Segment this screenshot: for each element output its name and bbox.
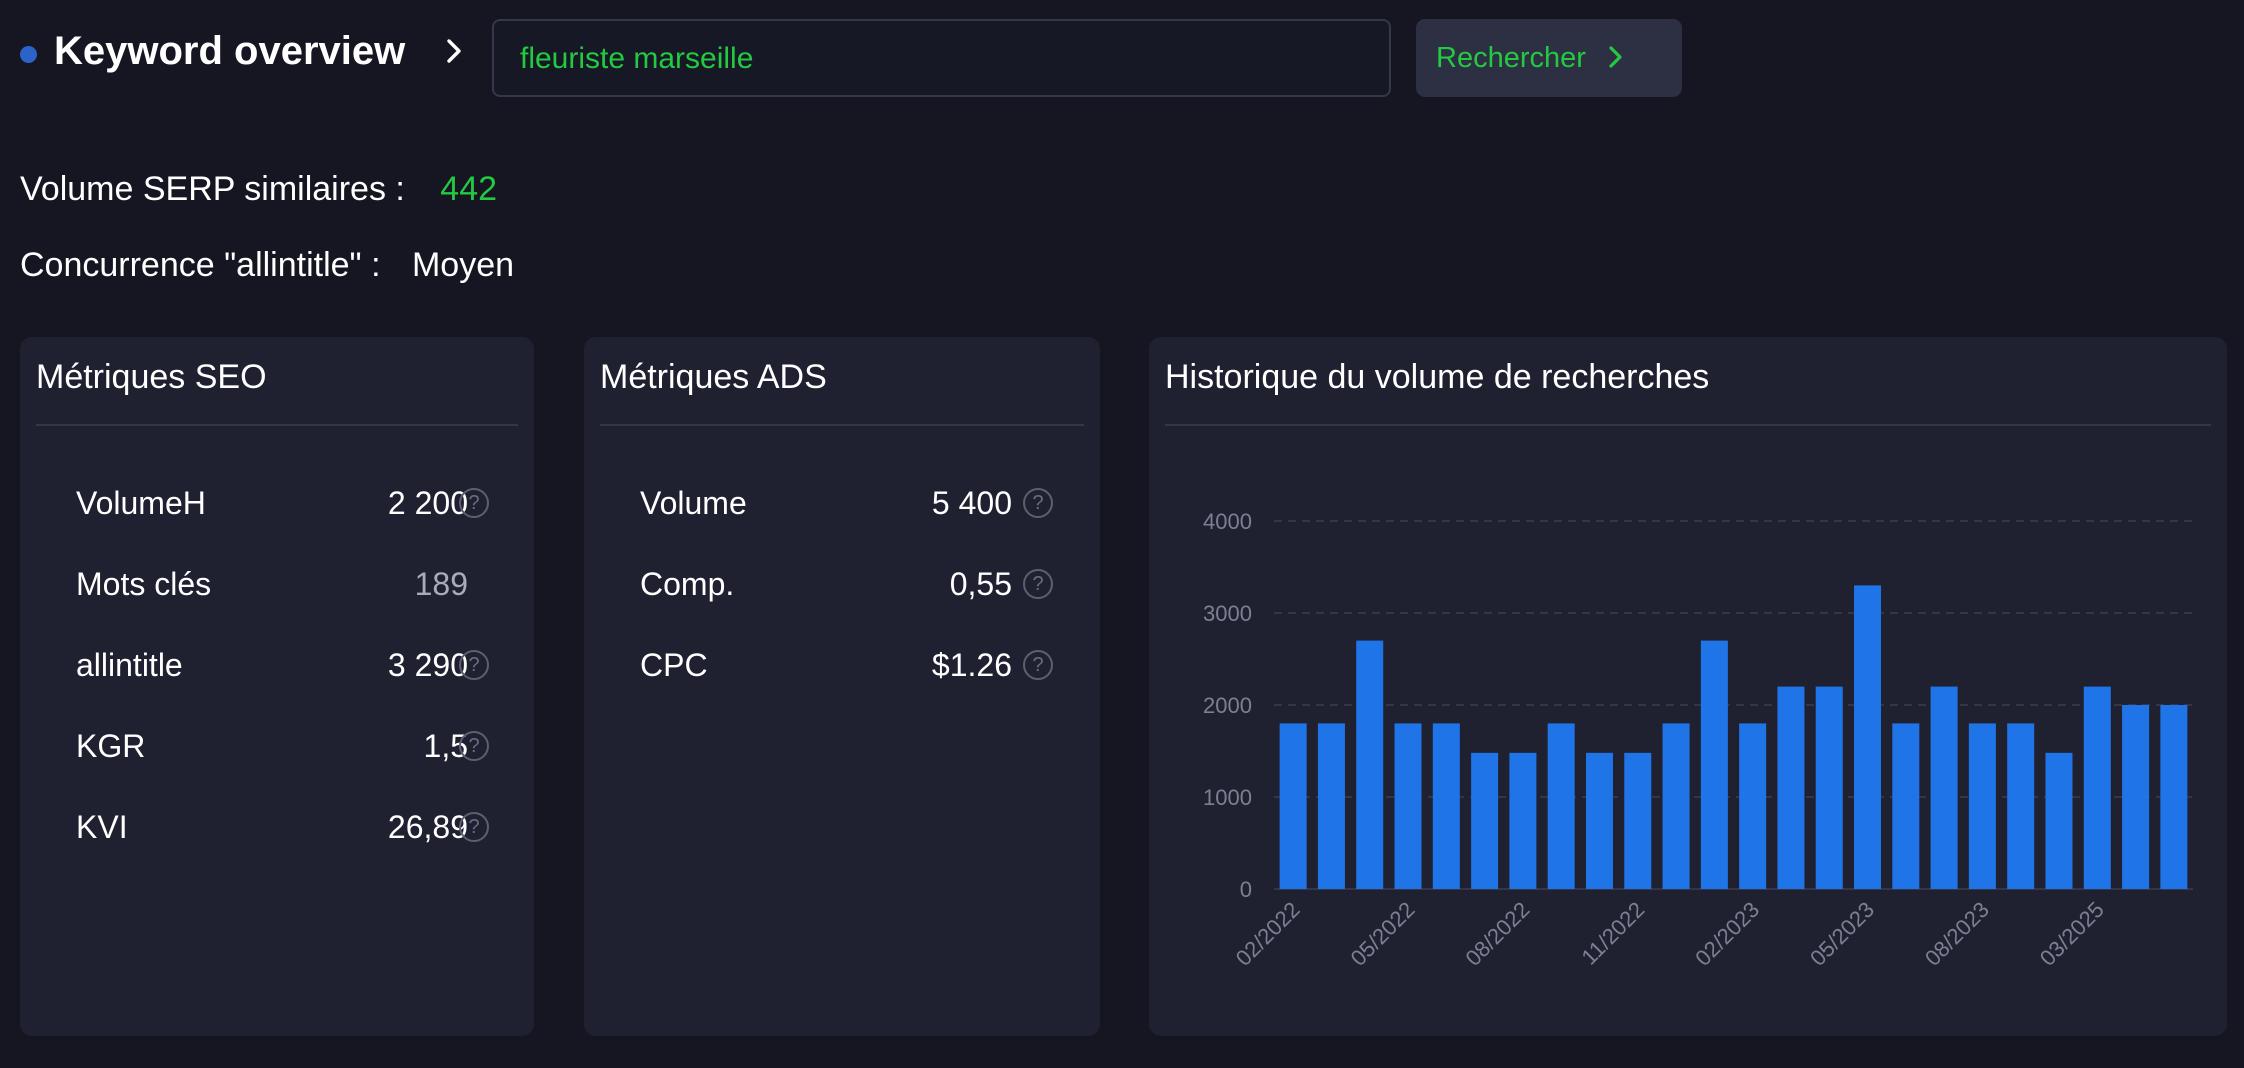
question-circle-icon[interactable]: ? [1023, 488, 1053, 518]
chart-bar [1892, 723, 1920, 889]
x-tick-label: 02/2022 [1231, 897, 1305, 971]
metric-label: VolumeH [76, 485, 206, 521]
x-tick-label: 03/2025 [2035, 897, 2109, 971]
metric-label: Volume [640, 485, 747, 521]
metric-label: CPC [640, 647, 708, 683]
y-tick-label: 3000 [1203, 601, 1252, 626]
ads-metrics-card: Métriques ADS Volume 5 400 ? Comp. 0,55 … [584, 337, 1100, 1036]
header-bar: Keyword overview fleuriste marseille Rec… [0, 0, 2244, 110]
y-tick-label: 1000 [1203, 785, 1252, 810]
chart-bar [1317, 723, 1345, 889]
question-circle-icon[interactable]: ? [1023, 569, 1053, 599]
chart-bar [1968, 723, 1996, 889]
search-input-value[interactable]: fleuriste marseille [520, 41, 753, 77]
x-tick-label: 08/2022 [1461, 897, 1535, 971]
serp-volume-value: 442 [440, 170, 498, 208]
metric-value: $1.26 [931, 647, 1012, 683]
status-dot [20, 46, 37, 63]
chart-bar [1432, 723, 1460, 889]
metric-row-kvi: KVI 26,89 [76, 807, 468, 847]
card-divider [600, 424, 1084, 426]
chart-bar [1662, 723, 1690, 889]
chevron-right-icon [447, 39, 461, 63]
chart-bar [2160, 705, 2188, 889]
serp-volume-row: Volume SERP similaires : 442 [20, 169, 497, 209]
card-title: Métriques SEO [36, 358, 267, 396]
card-title: Métriques ADS [600, 358, 827, 396]
chevron-right-icon [1609, 46, 1622, 68]
metric-value: 26,89 [387, 809, 468, 845]
y-tick-label: 4000 [1203, 509, 1252, 534]
chart-bar [1356, 640, 1384, 889]
competition-label: Concurrence "allintitle" : [20, 246, 381, 284]
chart-bar [1777, 686, 1805, 889]
chart-bar [1471, 752, 1499, 889]
metric-row-volume: Volume 5 400 [640, 483, 1012, 523]
chart-bar [1279, 723, 1307, 889]
metric-value: 3 290 [387, 647, 468, 683]
chart-bar [2045, 752, 2073, 889]
metric-label: Mots clés [76, 566, 212, 602]
question-circle-icon[interactable]: ? [459, 812, 489, 842]
chart-bar [1394, 723, 1422, 889]
y-tick-label: 2000 [1203, 693, 1252, 718]
competition-row: Concurrence "allintitle" : Moyen [20, 245, 514, 285]
serp-volume-label: Volume SERP similaires : [20, 170, 405, 208]
metric-label: allintitle [76, 647, 183, 683]
y-tick-label: 0 [1240, 877, 1252, 902]
page-title: Keyword overview [54, 29, 406, 73]
chart-bar [1815, 686, 1843, 889]
x-tick-label: 02/2023 [1690, 897, 1764, 971]
question-circle-icon[interactable]: ? [459, 488, 489, 518]
x-tick-label: 08/2023 [1920, 897, 1994, 971]
card-divider [36, 424, 518, 426]
x-tick-label: 05/2022 [1346, 897, 1420, 971]
metric-row-cpc: CPC $1.26 [640, 645, 1012, 685]
chart-bar [1739, 723, 1767, 889]
metric-row-kgr: KGR 1,5 [76, 726, 468, 766]
search-history-card: Historique du volume de recherches 0 1000… [1149, 337, 2227, 1036]
search-volume-bar-chart: 0 1000 2000 3000 4000 02/2022 05/2022 08/2022 11… [1203, 509, 2193, 971]
x-tick-label: 11/2022 [1577, 897, 1650, 970]
seo-metrics-card: Métriques SEO VolumeH 2 200 ? Mots clés … [20, 337, 534, 1036]
search-button-label: Rechercher [1436, 42, 1586, 74]
chart-bar [1624, 752, 1652, 889]
metric-label: KGR [76, 728, 146, 764]
x-tick-label: 05/2023 [1805, 897, 1879, 971]
metric-value: 189 [414, 566, 468, 602]
metric-row-comp: Comp. 0,55 [640, 564, 1012, 604]
chart-bar [1700, 640, 1728, 889]
chart-bar [1547, 723, 1575, 889]
chart-bar [1854, 585, 1882, 889]
metric-row-allintitle: allintitle 3 290 [76, 645, 468, 685]
search-button[interactable]: Rechercher [1416, 19, 1682, 97]
question-circle-icon[interactable]: ? [1023, 650, 1053, 680]
chart-bar [1585, 752, 1613, 889]
metric-value: 2 200 [387, 485, 468, 521]
chart-bar [2007, 723, 2035, 889]
metric-label: KVI [76, 809, 128, 845]
metric-value: 5 400 [931, 485, 1012, 521]
metric-label: Comp. [640, 566, 735, 602]
chart-bar [1930, 686, 1958, 889]
metric-row-volumeh: VolumeH 2 200 [76, 483, 468, 523]
competition-value: Moyen [411, 246, 515, 284]
metric-row-mots-cles: Mots clés 189 [76, 564, 468, 604]
question-circle-icon[interactable]: ? [459, 650, 489, 680]
chart-bar [1509, 752, 1537, 889]
metric-value: 0,55 [949, 566, 1012, 602]
chart-bar [2083, 686, 2111, 889]
chart-bar [2122, 705, 2150, 889]
question-circle-icon[interactable]: ? [459, 731, 489, 761]
keyword-search-input[interactable]: fleuriste marseille [492, 19, 1391, 97]
